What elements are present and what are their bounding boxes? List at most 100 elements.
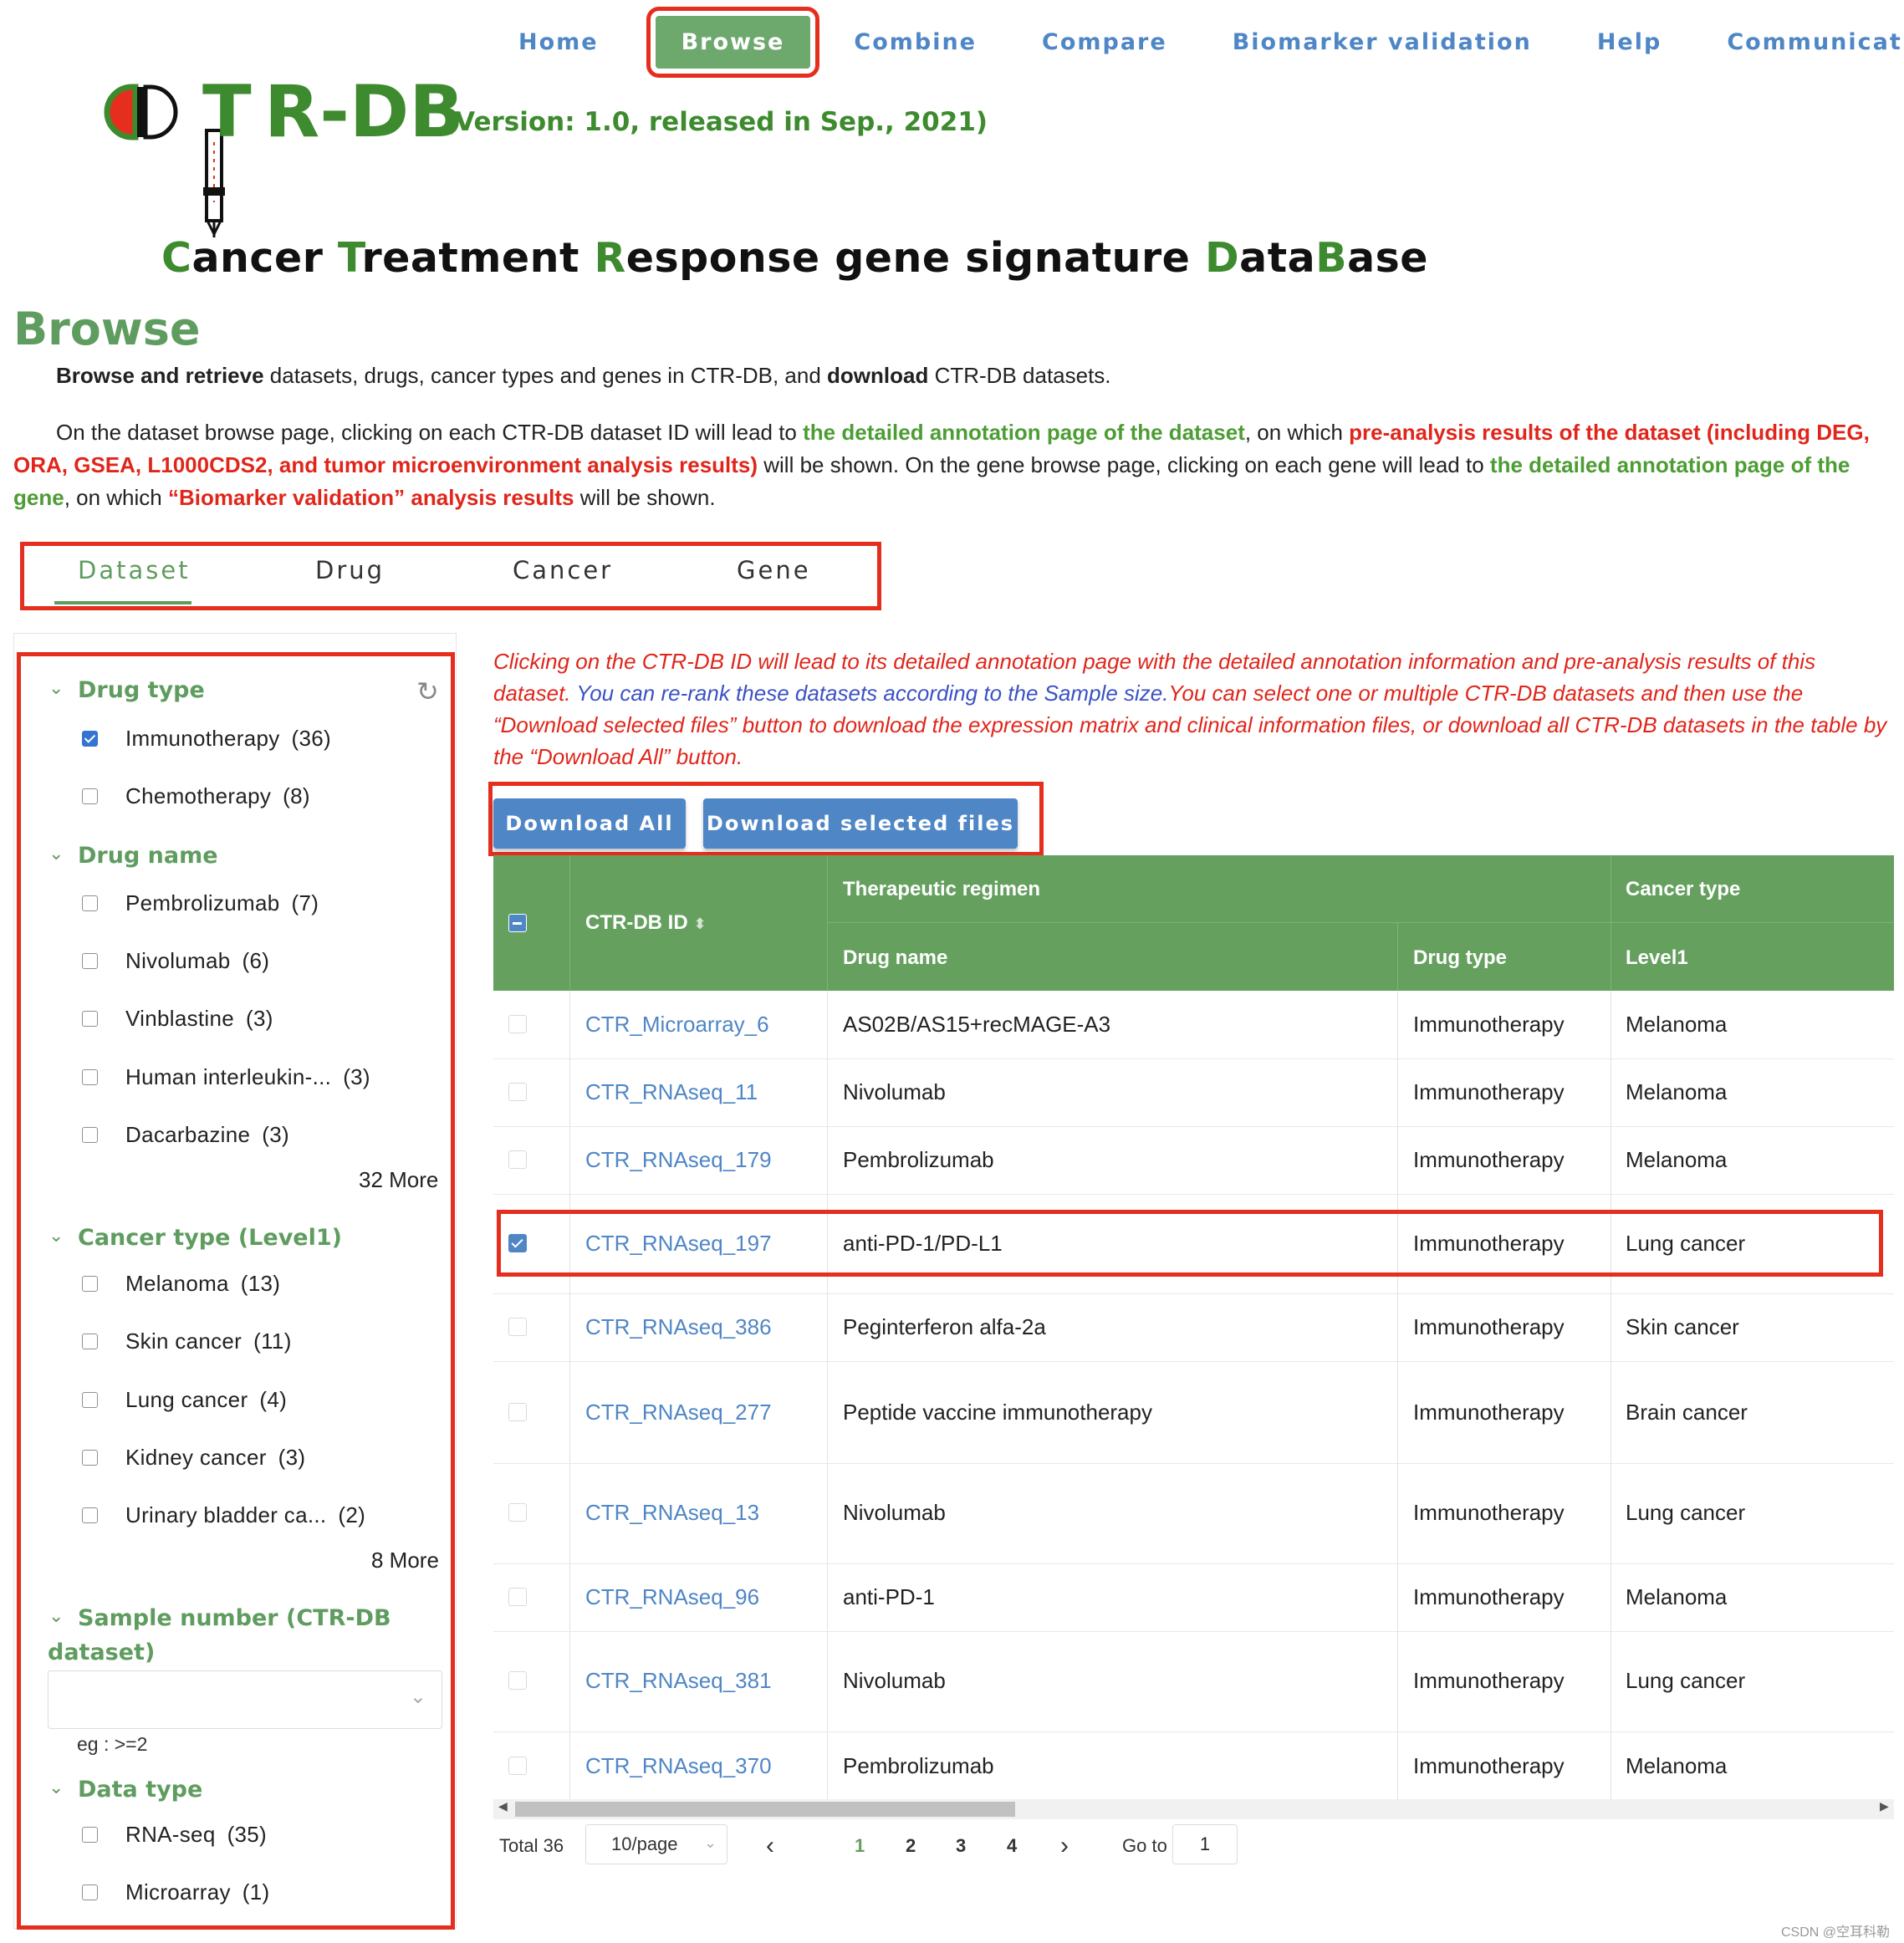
filter-option[interactable]: Pembrolizumab (7) [82, 889, 319, 917]
checkbox[interactable] [82, 1507, 98, 1523]
tab-dataset[interactable]: Dataset [78, 556, 191, 584]
chevron-down-icon[interactable]: ⌄ [48, 1777, 64, 1798]
divider [827, 855, 828, 991]
page-1[interactable]: 1 [855, 1828, 865, 1864]
filter-option[interactable]: Nivolumab (6) [82, 946, 269, 975]
filter-drug-name-title[interactable]: Drug name [78, 843, 218, 869]
row-checkbox[interactable] [508, 1588, 527, 1606]
filter-option[interactable]: Melanoma (13) [82, 1269, 280, 1298]
filter-option[interactable]: Chemotherapy (8) [82, 782, 310, 810]
chevron-down-icon[interactable]: ⌄ [48, 1225, 64, 1247]
sample-number-select[interactable]: ⌄ [48, 1670, 442, 1729]
dataset-id-link[interactable]: CTR_RNAseq_179 [585, 1147, 772, 1173]
download-selected-button[interactable]: Download selected files [703, 798, 1018, 849]
table-notice: Clicking on the CTR-DB ID will lead to i… [493, 649, 1887, 769]
more-drug-names-link[interactable]: 32 More [359, 1167, 438, 1193]
dataset-id-link[interactable]: CTR_RNAseq_277 [585, 1400, 772, 1425]
filter-option[interactable]: Urinary bladder ca... (2) [82, 1501, 365, 1529]
row-checkbox[interactable] [508, 1503, 527, 1522]
filter-option[interactable]: Skin cancer (11) [82, 1327, 292, 1355]
row-checkbox[interactable] [508, 1015, 527, 1033]
nav-help[interactable]: Help [1597, 29, 1662, 55]
drug-type-cell: Immunotherapy [1413, 1079, 1565, 1104]
checkbox[interactable] [82, 1126, 98, 1143]
filter-cancer-type-title[interactable]: Cancer type (Level1) [78, 1225, 342, 1251]
filter-option[interactable]: RNA-seq (35) [82, 1820, 267, 1849]
nav-compare[interactable]: Compare [1042, 29, 1167, 55]
prev-page-icon[interactable]: ‹ [766, 1828, 774, 1864]
select-all-checkbox[interactable] [508, 914, 527, 932]
scroll-right-icon[interactable]: ▶ [1880, 1799, 1889, 1813]
divider [1610, 991, 1611, 1799]
download-all-button[interactable]: Download All [493, 798, 686, 849]
tab-cancer[interactable]: Cancer [513, 556, 613, 584]
column-header-drug-type: Drug type [1413, 946, 1508, 969]
site-logo[interactable]: T R-DB [102, 70, 604, 244]
checkbox[interactable] [82, 788, 98, 804]
filter-option[interactable]: Dacarbazine (3) [82, 1120, 289, 1149]
checkbox[interactable] [82, 1010, 98, 1027]
row-checkbox[interactable] [508, 1671, 527, 1690]
nav-browse[interactable]: Browse [646, 6, 820, 78]
next-page-icon[interactable]: › [1060, 1828, 1069, 1864]
row-checkbox[interactable] [508, 1757, 527, 1775]
nav-biomarker-validation[interactable]: Biomarker validation [1233, 29, 1532, 55]
dataset-id-link[interactable]: CTR_RNAseq_11 [585, 1079, 758, 1105]
filter-option[interactable]: Kidney cancer (3) [82, 1443, 305, 1471]
filter-data-type-title[interactable]: Data type [78, 1777, 202, 1803]
filter-option[interactable]: Human interleukin-... (3) [82, 1063, 370, 1091]
filter-option[interactable]: Vinblastine (3) [82, 1004, 273, 1033]
dataset-id-link[interactable]: CTR_RNAseq_13 [585, 1500, 759, 1526]
filter-option[interactable]: Lung cancer (4) [82, 1385, 287, 1414]
filter-drug-type-title[interactable]: Drug type [78, 677, 205, 703]
drug-type-cell: Immunotherapy [1413, 1012, 1565, 1037]
checkbox[interactable] [82, 1275, 98, 1292]
divider [1397, 991, 1398, 1799]
row-checkbox[interactable] [508, 1150, 527, 1169]
filter-option[interactable]: Immunotherapy (36) [82, 724, 331, 752]
cancer-type-cell: Brain cancer [1626, 1400, 1748, 1425]
checkbox[interactable] [82, 1826, 98, 1843]
goto-page-input[interactable]: 1 [1172, 1824, 1238, 1864]
dataset-id-link[interactable]: CTR_RNAseq_370 [585, 1753, 772, 1779]
divider [493, 1563, 1894, 1564]
chevron-down-icon[interactable]: ⌄ [48, 1605, 64, 1627]
checkbox[interactable] [82, 1333, 98, 1349]
column-header-id[interactable]: CTR-DB ID ⬍ [585, 911, 706, 935]
checkbox[interactable] [82, 1391, 98, 1408]
scrollbar-thumb[interactable] [515, 1802, 1015, 1817]
page-size-select[interactable]: 10/page ⌄ [585, 1824, 727, 1864]
filter-sample-number-title[interactable]: Sample number (CTR-DB [78, 1605, 391, 1631]
filter-option[interactable]: Microarray (1) [82, 1878, 269, 1906]
nav-communication[interactable]: Communication [1727, 29, 1904, 55]
checkbox[interactable] [82, 1068, 98, 1085]
checkbox[interactable] [82, 895, 98, 911]
scroll-left-icon[interactable]: ◀ [498, 1799, 508, 1813]
nav-home[interactable]: Home [518, 29, 599, 55]
checkbox[interactable] [82, 730, 98, 747]
nav-combine[interactable]: Combine [854, 29, 977, 55]
dataset-id-link[interactable]: CTR_RNAseq_381 [585, 1668, 772, 1694]
tab-gene[interactable]: Gene [737, 556, 811, 584]
dataset-id-link[interactable]: CTR_RNAseq_386 [585, 1314, 772, 1340]
tab-drug[interactable]: Drug [315, 556, 385, 584]
drug-name-cell: AS02B/AS15+recMAGE-A3 [843, 1012, 1111, 1037]
reset-filters-icon[interactable]: ↻ [416, 676, 439, 707]
more-cancer-types-link[interactable]: 8 More [371, 1548, 439, 1573]
row-checkbox[interactable] [508, 1083, 527, 1101]
chevron-down-icon[interactable]: ⌄ [48, 677, 64, 699]
dataset-id-link[interactable]: CTR_Microarray_6 [585, 1012, 769, 1038]
checkbox[interactable] [82, 1884, 98, 1900]
row-checkbox[interactable] [508, 1318, 527, 1336]
sort-icon[interactable]: ⬍ [693, 915, 706, 932]
checkbox[interactable] [82, 1449, 98, 1466]
page-2[interactable]: 2 [906, 1828, 916, 1864]
row-checkbox[interactable] [508, 1403, 527, 1421]
chevron-down-icon[interactable]: ⌄ [48, 843, 64, 864]
checkbox[interactable] [82, 952, 98, 969]
dataset-id-link[interactable]: CTR_RNAseq_96 [585, 1584, 759, 1610]
site-subtitle: Cancer Treatment Response gene signature… [161, 234, 1429, 282]
tab-active-indicator [54, 601, 191, 604]
page-3[interactable]: 3 [956, 1828, 966, 1864]
page-4[interactable]: 4 [1007, 1828, 1017, 1864]
